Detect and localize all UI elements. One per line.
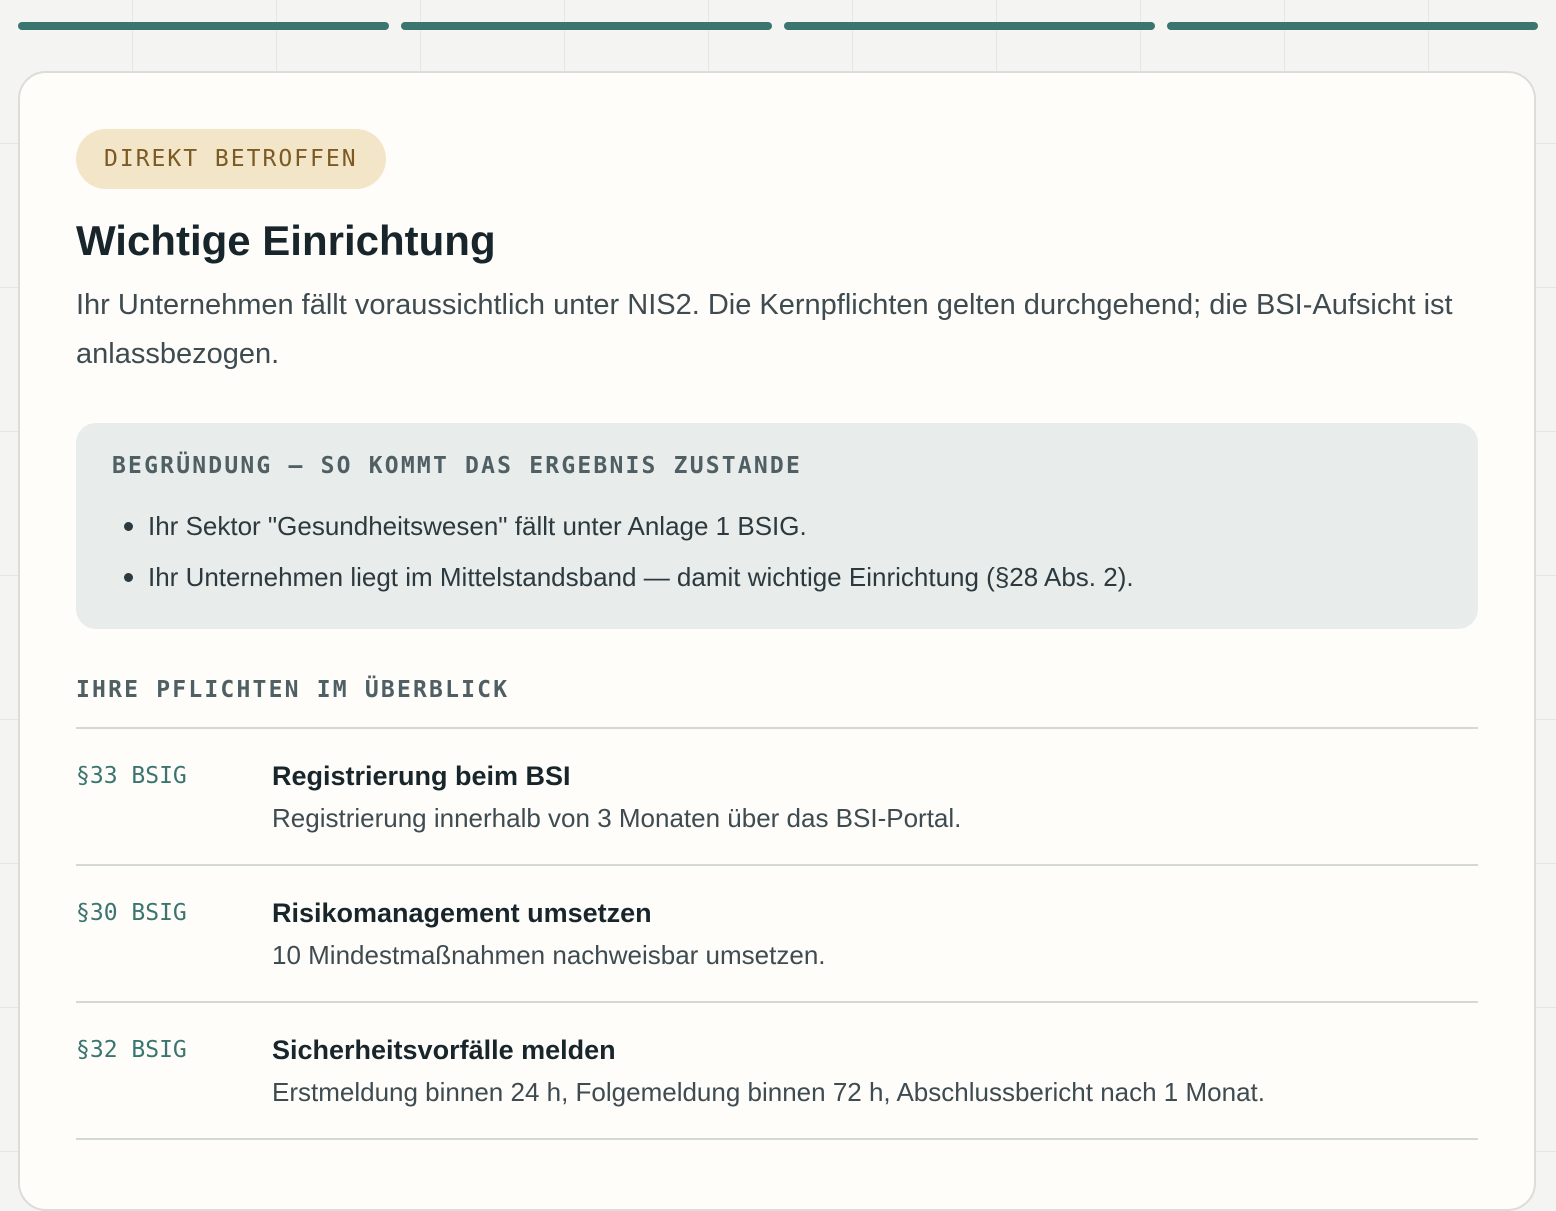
duty-description: 10 Mindestmaßnahmen nachweisbar umsetzen… (272, 940, 826, 970)
progress-step-4 (1167, 22, 1538, 30)
progress-step-3 (784, 22, 1155, 30)
bullet-icon (124, 522, 133, 531)
bullet-icon (124, 573, 133, 582)
duty-body: Registrierung beim BSI Registrierung inn… (272, 759, 1478, 835)
duty-reference: §32 BSIG (76, 1037, 187, 1063)
duty-description: Erstmeldung binnen 24 h, Folgemeldung bi… (272, 1077, 1265, 1107)
duty-description: Registrierung innerhalb von 3 Monaten üb… (272, 803, 962, 833)
progress-bar (18, 22, 1538, 30)
duty-row: §32 BSIG Sicherheitsvorfälle melden Erst… (76, 1003, 1478, 1140)
reasoning-item: Ihr Unternehmen liegt im Mittelstandsban… (112, 552, 1442, 603)
progress-step-1 (18, 22, 389, 30)
reasoning-item-text: Ihr Unternehmen liegt im Mittelstandsban… (148, 562, 1134, 592)
reasoning-heading: BEGRÜNDUNG — SO KOMMT DAS ERGEBNIS ZUSTA… (112, 453, 803, 479)
duty-title: Sicherheitsvorfälle melden (272, 1035, 616, 1065)
duty-title: Risikomanagement umsetzen (272, 898, 652, 928)
reasoning-item-text: Ihr Sektor "Gesundheitswesen" fällt unte… (148, 511, 807, 541)
reasoning-item: Ihr Sektor "Gesundheitswesen" fällt unte… (112, 501, 1442, 552)
reasoning-box: BEGRÜNDUNG — SO KOMMT DAS ERGEBNIS ZUSTA… (76, 423, 1478, 629)
status-badge: DIREKT BETROFFEN (76, 129, 386, 189)
duty-reference: §30 BSIG (76, 900, 187, 926)
result-card: DIREKT BETROFFEN Wichtige Einrichtung Ih… (18, 71, 1536, 1211)
duty-row: §30 BSIG Risikomanagement umsetzen 10 Mi… (76, 866, 1478, 1003)
duty-title: Registrierung beim BSI (272, 761, 571, 791)
duties-list: §33 BSIG Registrierung beim BSI Registri… (76, 727, 1478, 1140)
duty-row: §33 BSIG Registrierung beim BSI Registri… (76, 729, 1478, 866)
duty-body: Sicherheitsvorfälle melden Erstmeldung b… (272, 1033, 1478, 1109)
duty-reference: §33 BSIG (76, 763, 187, 789)
progress-step-2 (401, 22, 772, 30)
duty-body: Risikomanagement umsetzen 10 Mindestmaßn… (272, 896, 1478, 972)
duties-heading: IHRE PFLICHTEN IM ÜBERBLICK (76, 677, 510, 703)
reasoning-list: Ihr Sektor "Gesundheitswesen" fällt unte… (112, 501, 1442, 603)
result-title: Wichtige Einrichtung (76, 217, 496, 264)
result-summary: Ihr Unternehmen fällt voraussichtlich un… (76, 289, 1453, 370)
